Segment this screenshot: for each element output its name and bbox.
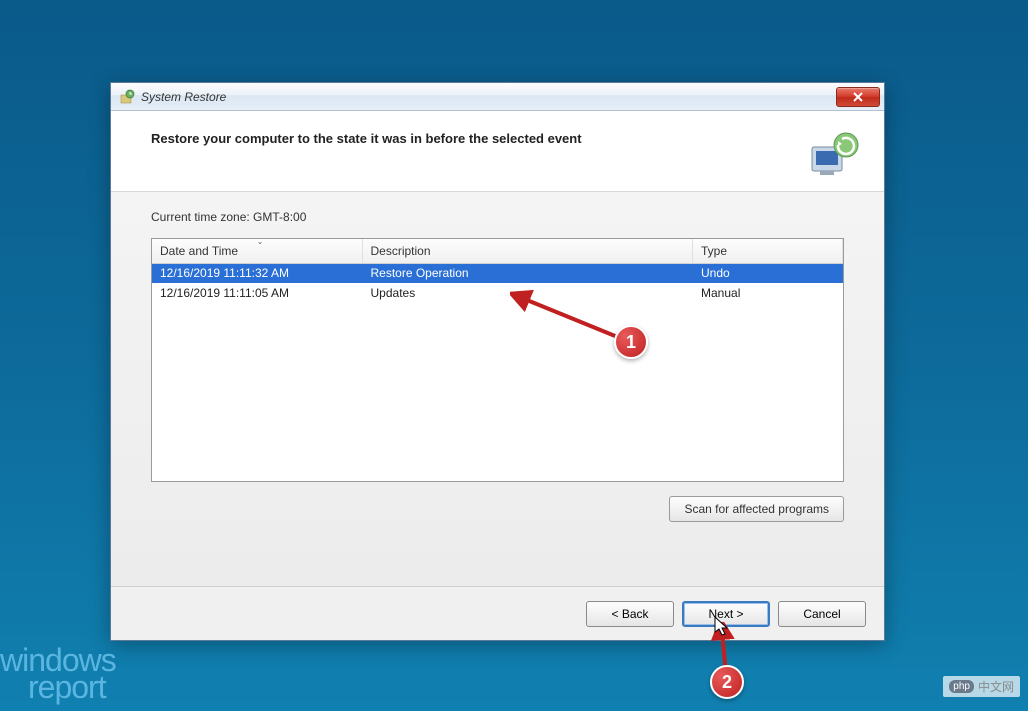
php-badge: php xyxy=(949,680,974,693)
column-type[interactable]: Type xyxy=(693,239,843,263)
scan-affected-button[interactable]: Scan for affected programs xyxy=(669,496,844,522)
header-heading: Restore your computer to the state it wa… xyxy=(151,129,796,146)
cell-type: Manual xyxy=(693,283,843,303)
footer: < Back Next > Cancel xyxy=(111,586,884,640)
watermark-line2: report xyxy=(0,674,116,701)
watermark-right-text: 中文网 xyxy=(978,678,1014,695)
close-button[interactable] xyxy=(836,87,880,107)
annotation-marker-1: 1 xyxy=(614,325,648,359)
cell-type: Undo xyxy=(693,263,843,283)
cell-date: 12/16/2019 11:11:05 AM xyxy=(152,283,362,303)
table-row[interactable]: 12/16/2019 11:11:05 AM Updates Manual xyxy=(152,283,843,303)
system-restore-icon xyxy=(119,89,135,105)
close-icon xyxy=(852,92,864,102)
watermark-right: php 中文网 xyxy=(943,676,1020,697)
titlebar[interactable]: System Restore xyxy=(111,83,884,111)
cell-description: Updates xyxy=(362,283,693,303)
table-header-row: Date and Time ⌄ Description Type xyxy=(152,239,843,263)
restore-points-table[interactable]: Date and Time ⌄ Description Type 12/16/2… xyxy=(151,238,844,482)
watermark-left: windows report xyxy=(0,647,116,701)
column-description[interactable]: Description xyxy=(362,239,693,263)
sort-indicator-icon: ⌄ xyxy=(257,238,264,246)
cancel-button[interactable]: Cancel xyxy=(778,601,866,627)
next-button[interactable]: Next > xyxy=(682,601,770,627)
table-row[interactable]: 12/16/2019 11:11:32 AM Restore Operation… xyxy=(152,263,843,283)
annotation-marker-2: 2 xyxy=(710,665,744,699)
window-title: System Restore xyxy=(141,90,836,104)
system-restore-dialog: System Restore Restore your computer to … xyxy=(110,82,885,641)
timezone-label: Current time zone: GMT-8:00 xyxy=(151,210,844,224)
content-area: Current time zone: GMT-8:00 Date and Tim… xyxy=(111,192,884,586)
back-button[interactable]: < Back xyxy=(586,601,674,627)
header-area: Restore your computer to the state it wa… xyxy=(111,111,884,192)
cell-description: Restore Operation xyxy=(362,263,693,283)
column-date-label: Date and Time xyxy=(160,244,238,258)
cell-date: 12/16/2019 11:11:32 AM xyxy=(152,263,362,283)
scan-row: Scan for affected programs xyxy=(151,496,844,522)
restore-hero-icon xyxy=(808,129,860,181)
column-date[interactable]: Date and Time ⌄ xyxy=(152,239,362,263)
